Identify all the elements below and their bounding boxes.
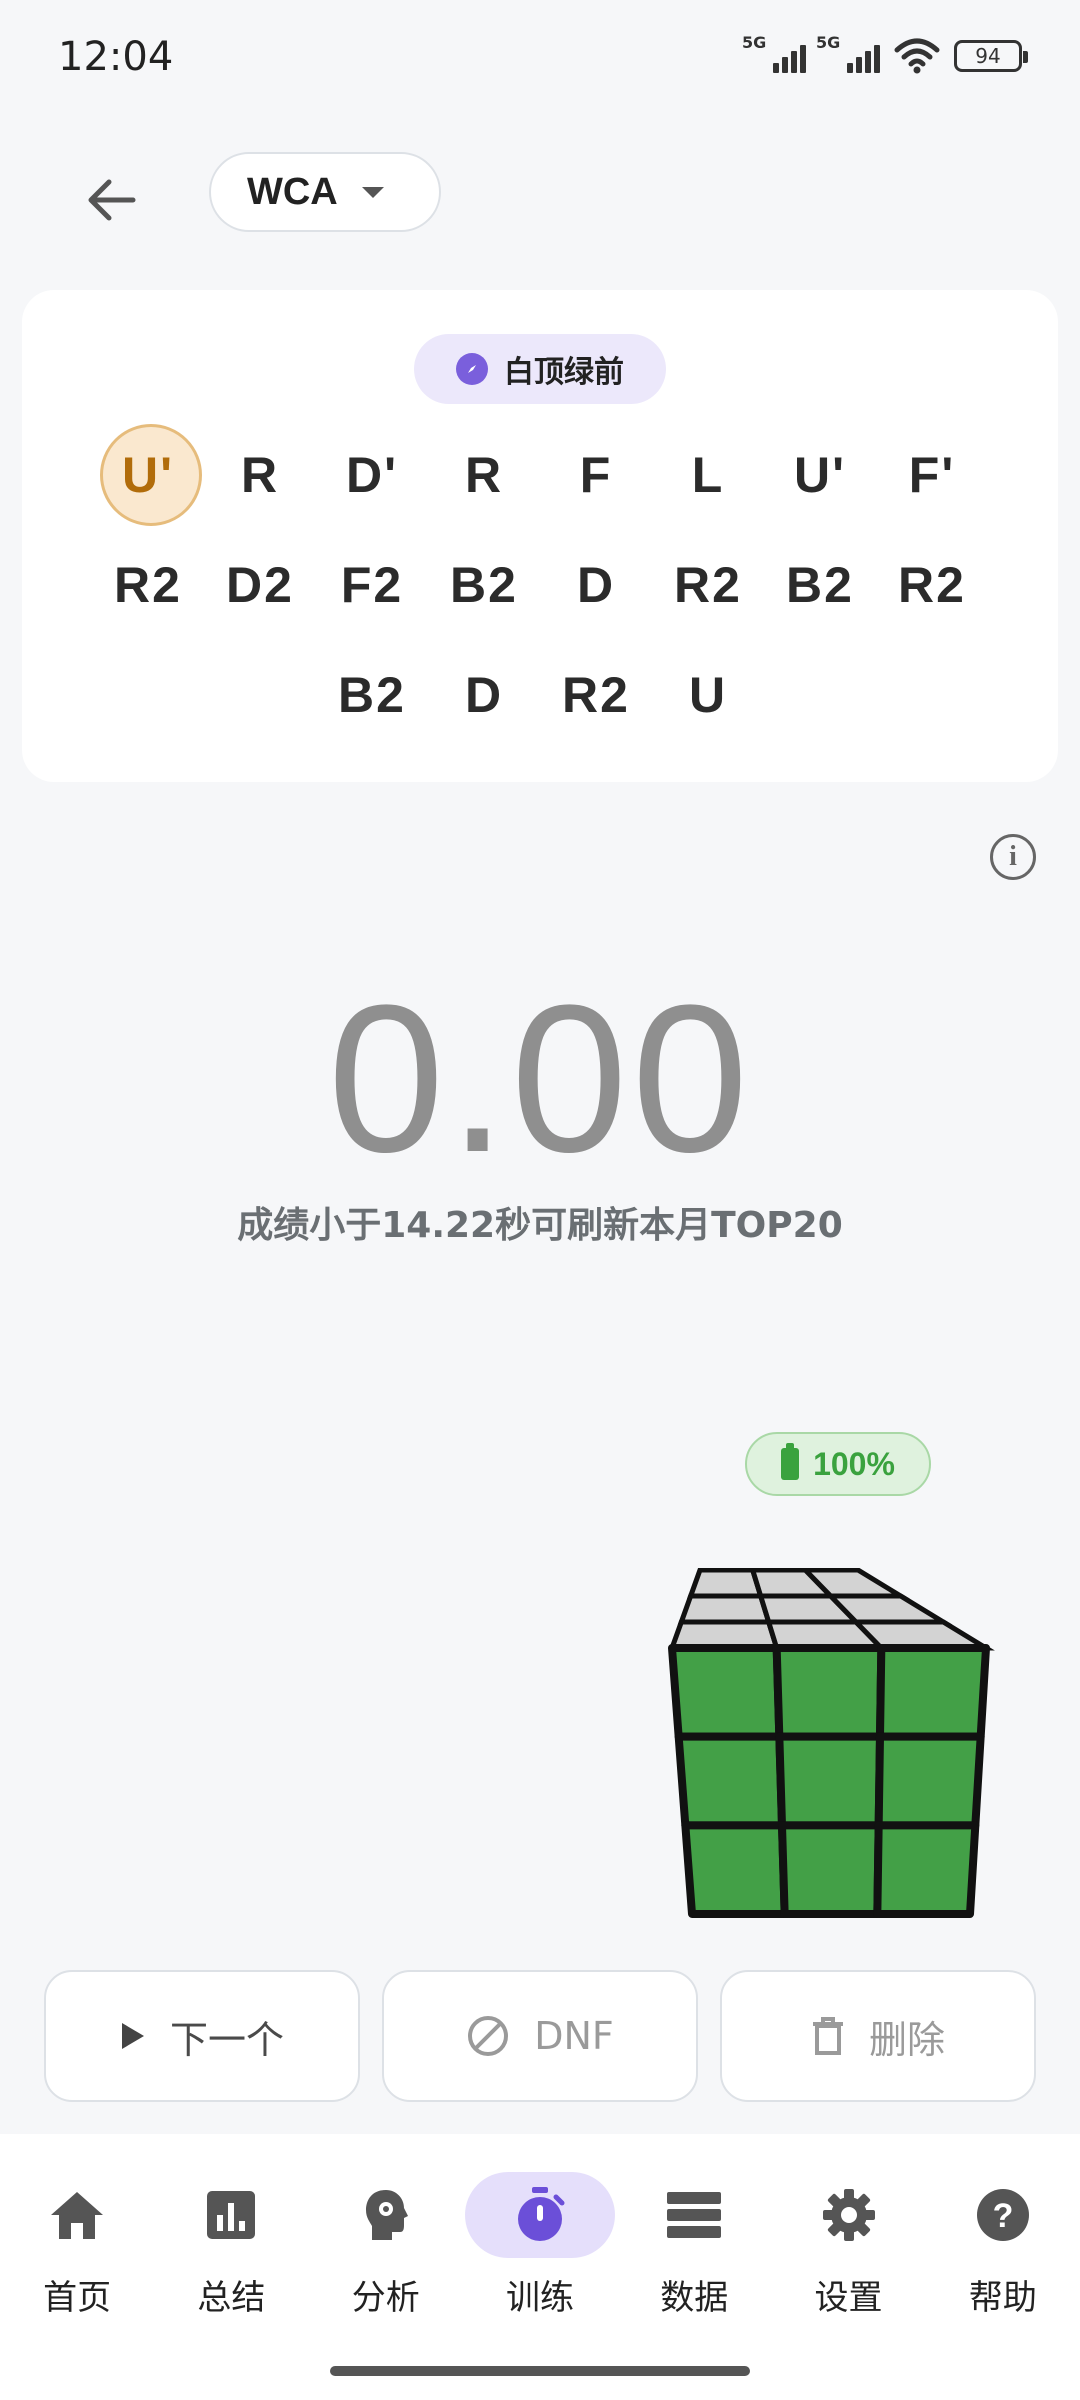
scramble-move: L [691, 447, 725, 503]
next-label: 下一个 [169, 2017, 284, 2062]
nav-label: 设置 [814, 2278, 883, 2318]
action-bar: 下一个 DNF 删除 [44, 1970, 1036, 2102]
delete-button[interactable]: 删除 [720, 1970, 1036, 2102]
scramble-row: R2 D2 F2 B2 D R2 B2 R2 [22, 530, 1058, 640]
scramble-move: D [464, 667, 504, 723]
scramble-move-current: U' [92, 424, 204, 526]
nav-label: 训练 [505, 2278, 574, 2318]
home-indicator[interactable] [330, 2366, 750, 2376]
event-select[interactable]: WCA [209, 152, 441, 232]
scramble-move: B2 [450, 557, 518, 613]
prohibit-icon [468, 2016, 509, 2056]
svg-text:?: ? [992, 2197, 1013, 2235]
scramble-move: R2 [898, 557, 966, 613]
next-button[interactable]: 下一个 [44, 1970, 360, 2102]
nav-item-settings[interactable]: 设置 [771, 2172, 925, 2319]
scramble-card: 白顶绿前 U' R D' R F L U' F' R2 D2 F2 B2 D R2 B2 R2 B2 D R2 U [22, 290, 1058, 782]
cube-sticker-front [775, 1732, 884, 1830]
timer-display[interactable]: 0.00 [0, 958, 1080, 1200]
scramble-move: U [688, 667, 728, 723]
scramble-move: B2 [338, 667, 406, 723]
scramble-moves: U' R D' R F L U' F' R2 D2 F2 B2 D R2 B2 R2 B2 D R2 U [22, 420, 1058, 750]
trash-icon [812, 2017, 843, 2055]
scramble-move: R2 [674, 557, 742, 613]
scramble-move: U' [794, 447, 846, 503]
battery-icon: 94 [954, 40, 1028, 72]
back-button[interactable] [70, 160, 150, 240]
scramble-move: R [464, 447, 504, 503]
scramble-row: B2 D R2 U [22, 640, 1058, 750]
cube-sticker-front [668, 1644, 784, 1741]
dnf-label: DNF [534, 2014, 614, 2058]
nav-item-home[interactable]: 首页 [0, 2172, 154, 2319]
cube-sticker-front [674, 1732, 786, 1830]
orientation-chip[interactable]: 白顶绿前 [414, 334, 666, 404]
home-icon [2, 2172, 152, 2258]
event-label: WCA [247, 170, 338, 213]
scramble-move: R [240, 447, 280, 503]
orientation-label: 白顶绿前 [504, 355, 624, 390]
scramble-move: D [576, 557, 616, 613]
scramble-move: D2 [226, 557, 294, 613]
cube-3d-view [668, 1568, 995, 1918]
nav-item-data[interactable]: 数据 [617, 2172, 771, 2319]
bar-chart-icon [156, 2172, 306, 2258]
status-bar: 12:04 5G 5G 94 [0, 0, 1080, 120]
gear-icon [774, 2172, 924, 2258]
nav-label: 数据 [660, 2278, 729, 2318]
cube-sticker-front [681, 1821, 789, 1918]
nav-label: 帮助 [968, 2278, 1037, 2318]
nav-label: 首页 [43, 2278, 112, 2318]
signal-5g-icon: 5G [816, 33, 880, 73]
scramble-row: U' R D' R F L U' F' [22, 420, 1058, 530]
cube-battery-badge: 100% [745, 1432, 931, 1496]
dnf-button[interactable]: DNF [382, 1970, 698, 2102]
nav-item-help[interactable]: ? 帮助 [926, 2172, 1080, 2319]
battery-full-icon [781, 1443, 800, 1480]
nav-item-training[interactable]: 训练 [463, 2172, 617, 2319]
signal-5g-icon: 5G [742, 33, 806, 73]
bottom-navigation: 首页 总结 分析 训练 数据 设置 ? 帮助 [0, 2134, 1080, 2400]
nav-label: 总结 [197, 2278, 266, 2318]
nav-item-analysis[interactable]: 分析 [309, 2172, 463, 2319]
cube-sticker-front [874, 1732, 985, 1830]
cube-sticker-top [677, 1593, 773, 1625]
scramble-move: B2 [786, 557, 854, 613]
cube-sticker-top [687, 1568, 765, 1599]
status-time: 12:04 [58, 34, 174, 80]
compass-icon [456, 353, 488, 385]
scramble-move: R2 [562, 667, 630, 723]
scramble-move: D' [346, 447, 398, 503]
signal-label: 5G [816, 33, 841, 52]
cube-sticker-front [772, 1644, 886, 1741]
scramble-move: F2 [340, 557, 404, 613]
scramble-move: R2 [114, 557, 182, 613]
timer-hint: 成绩小于14.22秒可刷新本月TOP20 [237, 1205, 843, 1246]
wifi-icon [894, 38, 940, 74]
cube-battery-label: 100% [813, 1445, 895, 1482]
caret-down-icon [361, 186, 384, 198]
cube-sticker-front [778, 1821, 883, 1918]
nav-item-summary[interactable]: 总结 [154, 2172, 308, 2319]
help-icon: ? [928, 2172, 1078, 2258]
arrow-left-icon [88, 179, 136, 221]
nav-label: 分析 [351, 2278, 420, 2318]
database-icon [619, 2172, 769, 2258]
status-icons: 5G 5G 94 [742, 33, 1028, 74]
scramble-move: F [579, 447, 613, 503]
scramble-move: F' [908, 447, 956, 503]
info-icon[interactable]: i [990, 834, 1036, 880]
play-icon [121, 2023, 144, 2049]
delete-label: 删除 [868, 2017, 945, 2062]
stopwatch-icon [464, 2172, 615, 2258]
cube-sticker-front [873, 1821, 980, 1918]
cube-sticker-front [876, 1644, 990, 1741]
signal-label: 5G [742, 33, 767, 52]
head-gear-icon [311, 2172, 461, 2258]
